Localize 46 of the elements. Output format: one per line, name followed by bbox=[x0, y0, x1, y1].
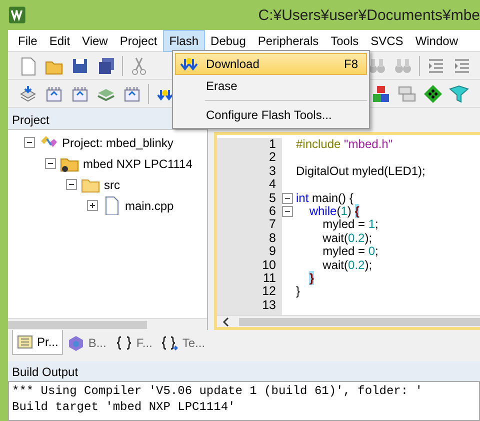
line-number: 6 bbox=[268, 204, 276, 218]
menu-item[interactable]: Download F8 bbox=[175, 53, 367, 75]
build-output-text: *** Using Compiler 'V5.06 update 1 (build 61)', folder: ' Build target 'mbed NXP LPC1114' bbox=[8, 381, 480, 421]
code-editor[interactable]: 1 2 3 4 5 6 7 8 9 10 11 12 13 #include "mbed.h" DigitalOut myled(LED1); int main() { while(1) { myled = 1; wait(0.2); myled = 0; wait(0.2); } } bbox=[214, 132, 480, 330]
code-line: #include "mbed.h" bbox=[296, 138, 394, 152]
line-number: 12 bbox=[261, 285, 276, 299]
code-line: int main() { bbox=[296, 192, 354, 205]
panel-tab[interactable]: Te... bbox=[157, 330, 210, 356]
line-number: 4 bbox=[268, 178, 276, 192]
menu-item[interactable]: Erase bbox=[175, 75, 367, 97]
menu-item[interactable]: Flash bbox=[163, 30, 205, 52]
panel-tab[interactable]: B... bbox=[63, 330, 112, 356]
panel-title: Build Output bbox=[8, 361, 480, 381]
line-number: 11 bbox=[262, 272, 276, 286]
menu-item[interactable]: SVCS bbox=[364, 30, 410, 52]
code-line: wait(0.2); bbox=[322, 258, 374, 272]
code-line: myled = 0; bbox=[322, 245, 380, 259]
window-title: C:¥Users¥user¥Documents¥mbe bbox=[258, 6, 480, 26]
line-number: 5 bbox=[268, 192, 276, 205]
line-number: 9 bbox=[268, 245, 276, 259]
menu-item[interactable]: Project bbox=[114, 30, 164, 52]
code-line: } bbox=[296, 285, 302, 299]
line-number: 3 bbox=[268, 164, 276, 178]
line-number: 2 bbox=[268, 151, 276, 165]
menu-item[interactable]: View bbox=[76, 30, 114, 52]
menu-item[interactable]: Debug bbox=[204, 30, 252, 52]
code-line: while(1) { bbox=[308, 204, 360, 218]
menu-item[interactable]: Window bbox=[409, 30, 464, 52]
line-number: 7 bbox=[268, 218, 276, 232]
menu-item[interactable]: File bbox=[12, 30, 44, 52]
menu-item[interactable]: Tools bbox=[324, 30, 365, 52]
tree-item[interactable]: src bbox=[104, 176, 120, 194]
line-number: 1 bbox=[268, 138, 276, 152]
menu-item[interactable]: Peripherals bbox=[252, 30, 325, 52]
panel-tab[interactable]: Pr... bbox=[12, 330, 64, 355]
code-line: wait(0.2); bbox=[322, 232, 374, 246]
line-number: 8 bbox=[268, 232, 276, 246]
code-line: DigitalOut myled(LED1); bbox=[296, 164, 426, 178]
code-line: myled = 1; bbox=[322, 218, 380, 232]
tree-item[interactable]: mbed NXP LPC1114 bbox=[83, 154, 192, 172]
panel-tab[interactable]: F... bbox=[111, 330, 158, 356]
tree-item[interactable]: Project: mbed_blinky bbox=[62, 134, 174, 152]
menu-item[interactable]: Edit bbox=[43, 30, 76, 52]
line-number: 13 bbox=[261, 298, 276, 312]
tree-item[interactable]: main.cpp bbox=[125, 196, 174, 214]
line-number: 10 bbox=[261, 258, 276, 272]
